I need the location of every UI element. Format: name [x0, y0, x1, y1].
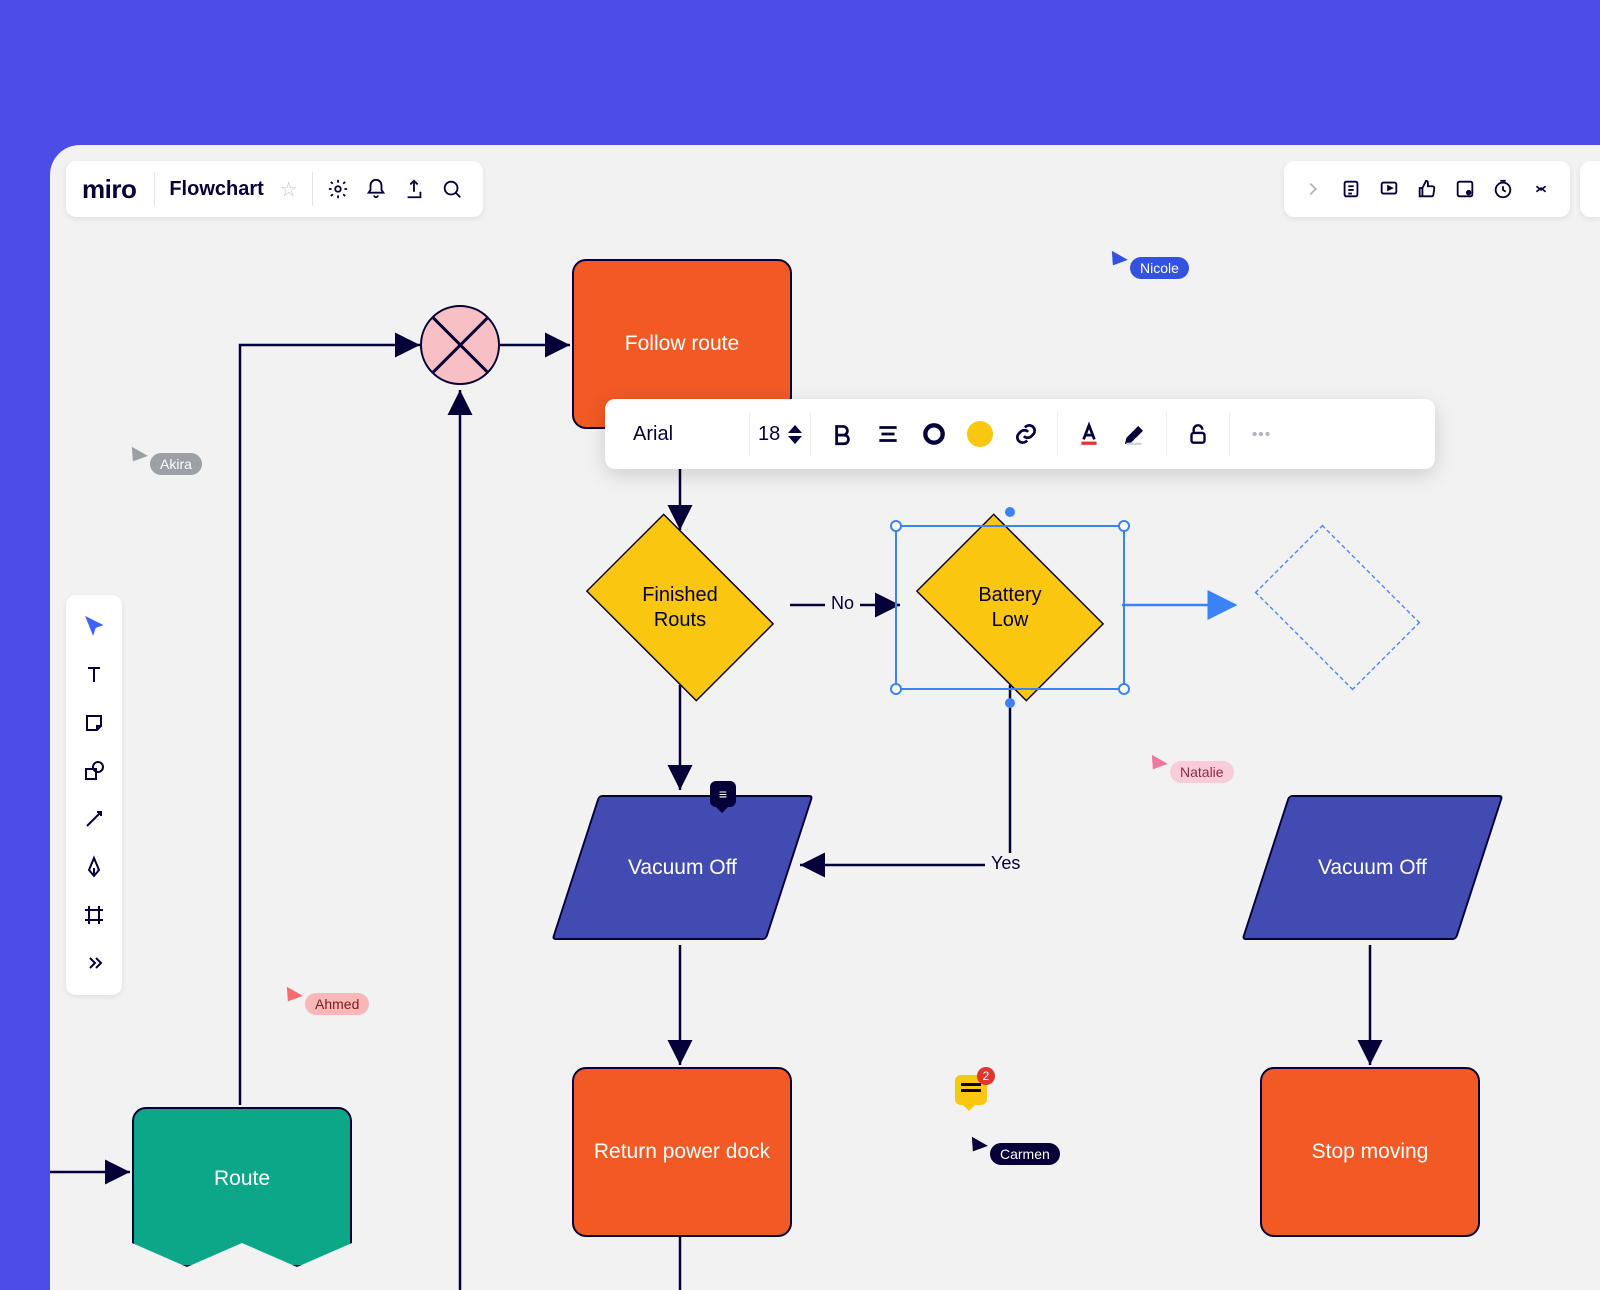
highlight-button[interactable]	[1112, 411, 1158, 457]
shape-label: Vacuum Off	[1318, 854, 1427, 881]
user-cursor-nicole: Nicole	[1110, 249, 1189, 279]
merge-junction[interactable]	[420, 305, 500, 385]
header-right	[1284, 161, 1600, 217]
tool-select[interactable]	[72, 605, 116, 649]
shape-label: Follow route	[625, 330, 739, 357]
star-icon[interactable]: ☆	[272, 177, 306, 202]
comment-indicator[interactable]: ≡	[710, 781, 736, 807]
ghost-shape-diamond[interactable]	[1255, 525, 1421, 691]
left-toolbar	[66, 595, 122, 995]
terminator-route[interactable]: Route	[132, 1107, 352, 1267]
tool-more[interactable]	[72, 941, 116, 985]
search-icon[interactable]	[433, 170, 471, 208]
size-up-icon[interactable]	[788, 425, 802, 433]
chevron-down-icon[interactable]	[1522, 170, 1560, 208]
timer-icon[interactable]	[1484, 170, 1522, 208]
size-down-icon[interactable]	[788, 436, 802, 444]
context-toolbar: Arial 18	[605, 399, 1435, 469]
io-vacuum-off-2[interactable]: Vacuum Off	[1241, 795, 1503, 940]
header-left: miro Flowchart ☆	[66, 161, 483, 217]
bell-icon[interactable]	[357, 170, 395, 208]
decision-battery-low[interactable]: Battery Low	[900, 530, 1120, 685]
shape-label: Stop moving	[1312, 1138, 1429, 1165]
tool-frame[interactable]	[72, 893, 116, 937]
present-icon[interactable]	[1370, 170, 1408, 208]
border-button[interactable]	[911, 411, 957, 457]
divider	[312, 172, 313, 206]
shape-label: Return power dock	[576, 1138, 788, 1165]
decision-finished-routes[interactable]: Finished Routs	[570, 530, 790, 685]
link-button[interactable]	[1003, 411, 1049, 457]
tool-text[interactable]	[72, 653, 116, 697]
user-cursor-natalie: Natalie	[1150, 753, 1234, 783]
app-logo[interactable]: miro	[78, 174, 148, 205]
io-vacuum-off-1[interactable]: Vacuum Off	[551, 795, 813, 940]
user-cursor-ahmed: Ahmed	[285, 985, 369, 1015]
more-button[interactable]	[1238, 411, 1284, 457]
edge-label-yes: Yes	[985, 853, 1026, 874]
user-cursor-carmen: Carmen	[970, 1135, 1060, 1165]
export-icon[interactable]	[395, 170, 433, 208]
process-return-dock[interactable]: Return power dock	[572, 1067, 792, 1237]
notes-icon[interactable]	[1332, 170, 1370, 208]
board-name[interactable]: Flowchart	[161, 178, 271, 201]
tool-line[interactable]	[72, 797, 116, 841]
app-frame: Follow route Finished Routs Battery Low …	[50, 145, 1600, 1290]
font-size-control[interactable]: 18	[750, 399, 810, 469]
edge-label-no: No	[825, 593, 860, 614]
comment-count: 2	[977, 1067, 995, 1085]
text-color-button[interactable]	[1066, 411, 1112, 457]
divider	[154, 172, 155, 206]
shape-label: Finished Routs	[570, 530, 790, 685]
canvas[interactable]: Follow route Finished Routs Battery Low …	[50, 145, 1600, 1290]
shape-label: Route	[214, 1165, 270, 1192]
lock-button[interactable]	[1175, 411, 1221, 457]
process-stop-moving[interactable]: Stop moving	[1260, 1067, 1480, 1237]
color-swatch-icon	[967, 421, 993, 447]
font-picker[interactable]: Arial	[613, 399, 749, 469]
tool-sticky[interactable]	[72, 701, 116, 745]
shape-label: Battery Low	[900, 530, 1120, 685]
comment-panel-icon[interactable]	[1446, 170, 1484, 208]
thumbs-up-icon[interactable]	[1408, 170, 1446, 208]
settings-icon[interactable]	[319, 170, 357, 208]
chevron-right-icon[interactable]	[1294, 170, 1332, 208]
tool-pen[interactable]	[72, 845, 116, 889]
shape-label: Vacuum Off	[628, 854, 737, 881]
fill-color-button[interactable]	[957, 411, 1003, 457]
align-button[interactable]	[865, 411, 911, 457]
user-cursor-akira: Akira	[130, 445, 202, 475]
comment-badge[interactable]: 2	[955, 1075, 987, 1105]
bold-button[interactable]	[819, 411, 865, 457]
tool-shape[interactable]	[72, 749, 116, 793]
